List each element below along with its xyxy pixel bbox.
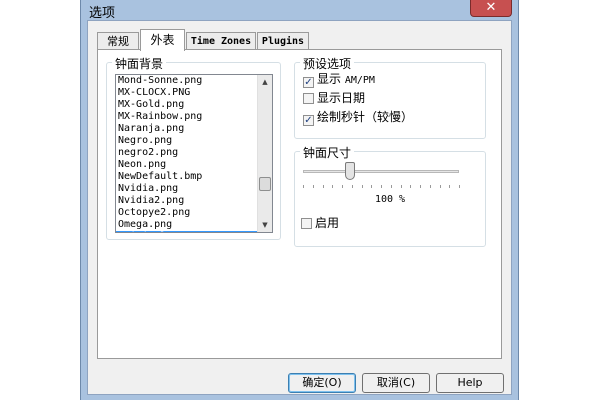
tab-plugins[interactable]: Plugins xyxy=(257,32,309,50)
cancel-button[interactable]: 取消(C) xyxy=(362,373,430,393)
close-button[interactable]: ✕ xyxy=(470,0,512,17)
scroll-up-icon[interactable]: ▲ xyxy=(258,75,272,89)
show-ampm-checkbox[interactable]: ✓ 显示 AM/PM xyxy=(303,71,375,88)
tab-general[interactable]: 常规 xyxy=(97,32,139,50)
clock-size-slider-track[interactable] xyxy=(303,170,459,173)
slider-tick xyxy=(420,185,421,188)
options-window: 选项 ✕ 常规 外表 Time Zones Plugins 钟面背景 Mond-… xyxy=(80,0,519,400)
slider-tick xyxy=(390,185,392,188)
show-date-checkbox[interactable]: 显示日期 xyxy=(303,90,365,106)
list-item[interactable]: MX-CLOCX.PNG xyxy=(116,87,258,99)
show-date-label: 显示日期 xyxy=(317,91,366,105)
slider-tick xyxy=(429,185,431,188)
ok-button[interactable]: 确定(O) xyxy=(288,373,356,393)
clock-size-value: 100 % xyxy=(374,194,406,205)
list-item[interactable]: Octopye2.png xyxy=(116,207,258,219)
list-item[interactable]: Nvidia2.png xyxy=(116,195,258,207)
slider-tick xyxy=(322,185,324,188)
checkbox-show-ampm[interactable]: ✓ xyxy=(303,77,314,88)
preset-options-label: 预设选项 xyxy=(300,55,355,72)
clock-size-slider-thumb[interactable] xyxy=(344,162,355,180)
slider-tick xyxy=(371,185,373,188)
background-listbox[interactable]: Mond-Sonne.png MX-CLOCX.PNG MX-Gold.png MX-… xyxy=(115,74,273,233)
check-icon: ✓ xyxy=(304,77,313,88)
enable-size-label: 启用 xyxy=(315,216,340,230)
list-item[interactable]: MX-Gold.png xyxy=(116,99,258,111)
slider-tick xyxy=(400,185,402,188)
background-items: Mond-Sonne.png MX-CLOCX.PNG MX-Gold.png MX-… xyxy=(116,75,258,232)
help-button[interactable]: Help xyxy=(436,373,504,393)
list-item[interactable]: negro2.png xyxy=(116,147,258,159)
listbox-scrollbar[interactable]: ▲ ▼ xyxy=(257,75,272,232)
slider-tick xyxy=(351,185,353,188)
tab-time-zones[interactable]: Time Zones xyxy=(186,32,256,50)
slider-tick xyxy=(303,185,304,188)
appearance-tab-panel: 钟面背景 Mond-Sonne.png MX-CLOCX.PNG MX-Gold.p… xyxy=(97,49,502,359)
slider-tick xyxy=(312,185,314,188)
close-icon: ✕ xyxy=(485,0,497,15)
clock-size-label: 钟面尺寸 xyxy=(300,144,355,161)
draw-second-hand-label: 绘制秒针（较慢） xyxy=(317,110,414,124)
draw-second-hand-checkbox[interactable]: ✓ 绘制秒针（较慢） xyxy=(303,109,414,126)
slider-tick xyxy=(361,185,363,188)
check-icon: ✓ xyxy=(304,115,313,126)
list-item[interactable]: Negro.png xyxy=(116,135,258,147)
scroll-down-icon[interactable]: ▼ xyxy=(258,218,272,232)
tab-appearance[interactable]: 外表 xyxy=(140,29,185,51)
show-ampm-label: 显示 AM/PM xyxy=(317,72,375,86)
slider-tick xyxy=(449,185,451,188)
list-item[interactable]: Omega.png xyxy=(116,219,258,231)
list-item[interactable]: Mond-Sonne.png xyxy=(116,75,258,87)
slider-tick xyxy=(342,185,343,188)
show-ampm-label-suffix: AM/PM xyxy=(344,75,375,86)
list-item[interactable]: MX-Rainbow.png xyxy=(116,111,258,123)
list-item[interactable]: Neon.png xyxy=(116,159,258,171)
list-item[interactable]: Naranja.png xyxy=(116,123,258,135)
checkbox-show-date[interactable] xyxy=(303,93,314,104)
dialog-client-area: 常规 外表 Time Zones Plugins 钟面背景 Mond-Sonne… xyxy=(87,20,512,395)
slider-tick xyxy=(332,185,334,188)
checkbox-draw-second-hand[interactable]: ✓ xyxy=(303,115,314,126)
window-title: 选项 xyxy=(89,6,116,21)
slider-tick xyxy=(381,185,382,188)
slider-tick xyxy=(439,185,441,188)
checkbox-enable-size[interactable] xyxy=(301,218,312,229)
slider-tick xyxy=(410,185,412,188)
title-bar[interactable]: 选项 ✕ xyxy=(81,0,518,21)
enable-size-checkbox[interactable]: 启用 xyxy=(301,215,339,231)
clock-background-label: 钟面背景 xyxy=(112,55,167,72)
list-item[interactable]: Nvidia.png xyxy=(116,183,258,195)
list-item[interactable]: NewDefault.bmp xyxy=(116,171,258,183)
slider-tick xyxy=(459,185,460,188)
clock-size-group: 钟面尺寸 100 % 启用 xyxy=(294,144,486,247)
preset-options-group: 预设选项 ✓ 显示 AM/PM 显示日期 ✓ 绘制秒针（较慢） xyxy=(294,55,486,139)
show-ampm-label-prefix: 显示 xyxy=(317,72,345,86)
scrollbar-thumb[interactable] xyxy=(259,177,271,191)
clock-background-group: 钟面背景 Mond-Sonne.png MX-CLOCX.PNG MX-Gold.p… xyxy=(106,55,281,240)
list-item[interactable]: Original.png xyxy=(116,231,258,232)
